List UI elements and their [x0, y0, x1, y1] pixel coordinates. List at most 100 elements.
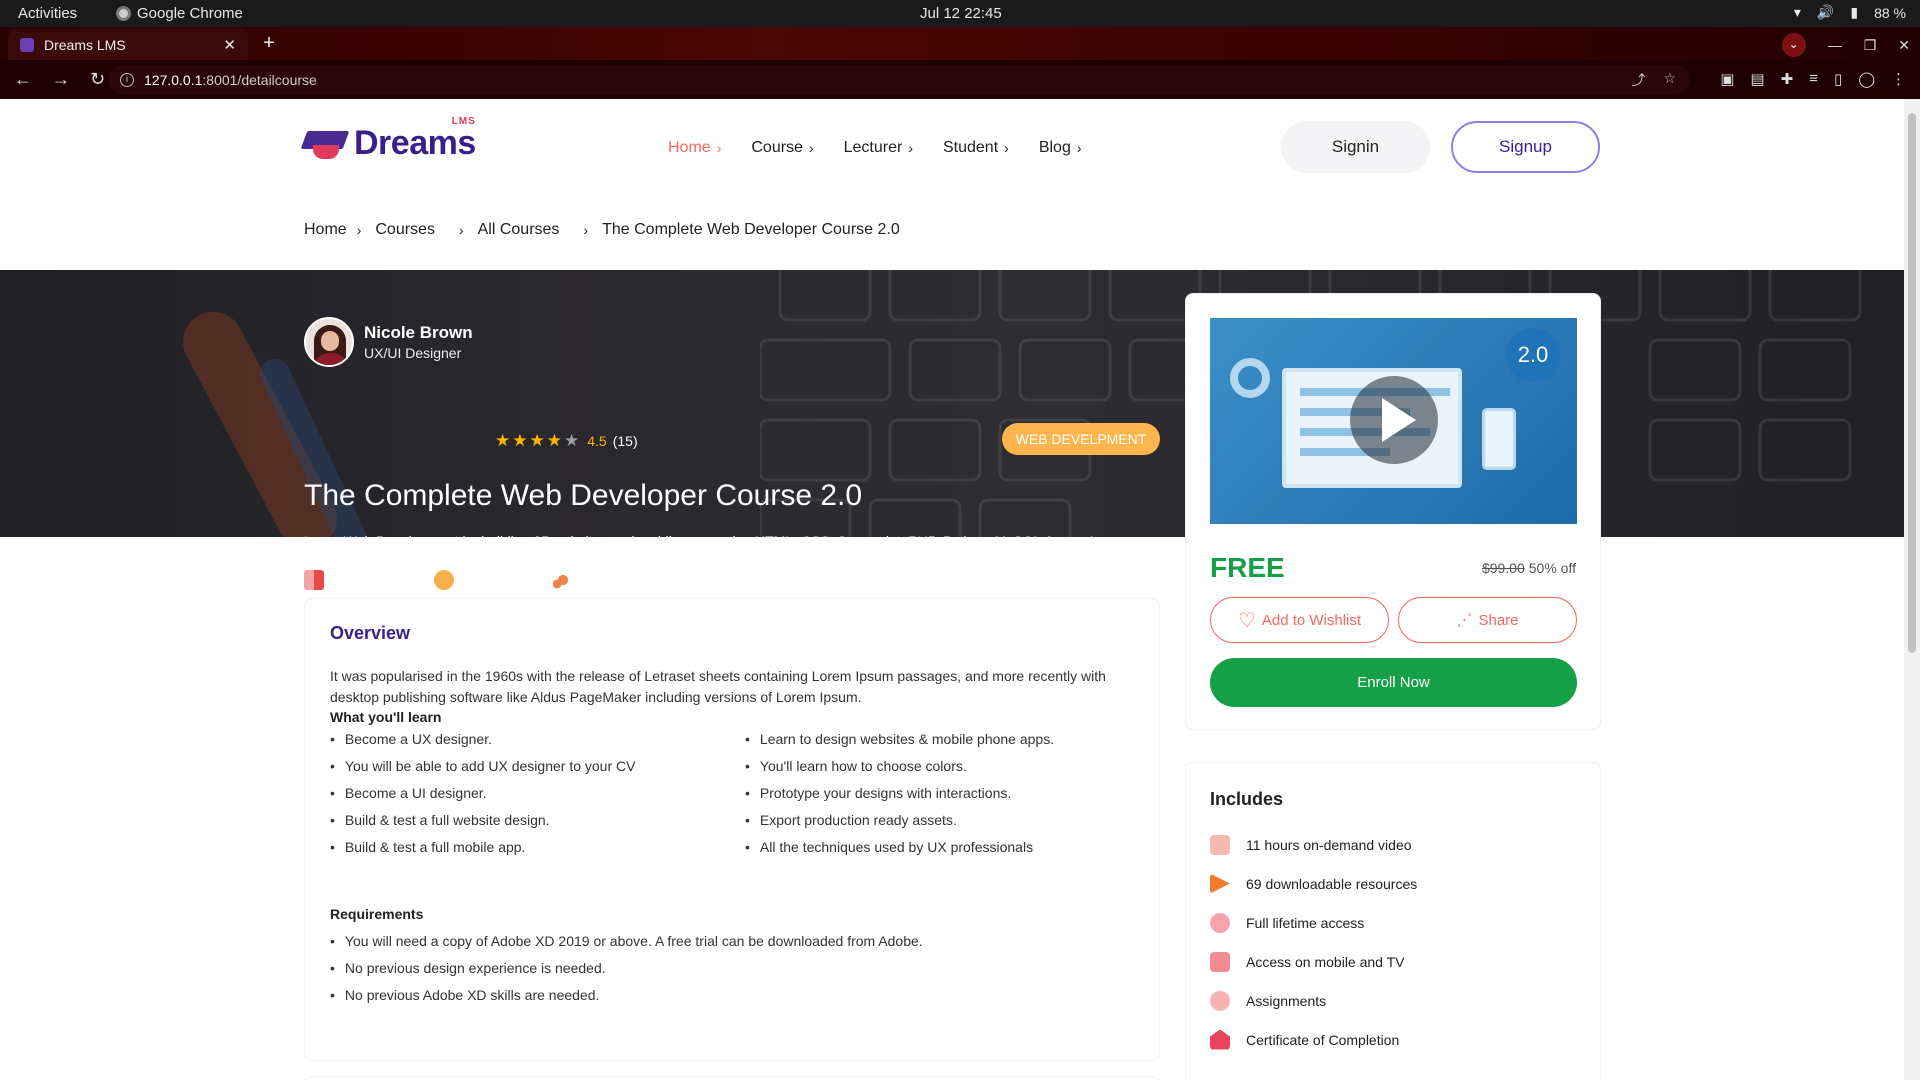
- graduation-cap-icon: [300, 125, 350, 163]
- list-item: Become a UI designer.: [330, 779, 635, 806]
- forward-icon[interactable]: →: [52, 69, 70, 90]
- puzzle-icon[interactable]: ✚: [1781, 70, 1794, 88]
- list-item: Prototype your designs with interactions…: [745, 779, 1054, 806]
- category-tag[interactable]: WEB DEVELPMENT: [1002, 423, 1160, 455]
- list-item: Learn to design websites & mobile phone …: [745, 725, 1054, 752]
- list-item: Build & test a full mobile app.: [330, 833, 635, 860]
- tab-favicon-icon: [20, 37, 34, 52]
- scrollbar-thumb[interactable]: [1908, 113, 1916, 653]
- tab-title: Dreams LMS: [44, 36, 126, 53]
- play-icon: [1382, 398, 1416, 442]
- include-label: Certificate of Completion: [1246, 1031, 1400, 1048]
- chevron-right-icon: ›: [458, 222, 464, 238]
- list-item: No previous design experience is needed.: [330, 954, 923, 981]
- translate-icon[interactable]: ▤: [1750, 70, 1764, 88]
- phone-illustration: [1482, 408, 1516, 470]
- signin-button[interactable]: Signin: [1281, 121, 1430, 173]
- list-item: You will be able to add UX designer to y…: [330, 752, 636, 779]
- battery-icon: ▮: [1850, 4, 1859, 20]
- list-item: Certificate of Completion: [1210, 1020, 1417, 1059]
- author-avatar[interactable]: [304, 317, 354, 367]
- bookmark-star-icon[interactable]: ☆: [1663, 70, 1676, 90]
- logo-badge: LMS: [451, 116, 476, 127]
- list-item: 69 downloadable resources: [1210, 864, 1417, 903]
- include-label: 11 hours on-demand video: [1246, 836, 1412, 853]
- video-download-icon: [1210, 834, 1230, 855]
- nav-item-course[interactable]: Course ›: [751, 139, 813, 157]
- includes-card: Includes 11 hours on-demand video 69 dow…: [1185, 762, 1601, 1080]
- app-menu[interactable]: Google Chrome: [116, 5, 243, 22]
- certificate-icon: [1210, 1029, 1230, 1050]
- original-price: $99.00 50% off: [1482, 560, 1576, 576]
- nav-item-lecturer[interactable]: Lecturer ›: [844, 139, 913, 157]
- chevron-right-icon: ›: [1076, 140, 1082, 156]
- extensions-area: ▣ ▤ ✚ ≡ ▯ ◯ ⋮: [1720, 70, 1906, 88]
- browser-toolbar: ← → ↻ i 127.0.0.1 :8001/detailcourse ⤴ ☆…: [0, 60, 1920, 99]
- chevron-right-icon: ›: [716, 140, 722, 156]
- page-scrollbar[interactable]: [1904, 99, 1920, 1080]
- nav-item-student[interactable]: Student ›: [943, 139, 1009, 157]
- include-label: 69 downloadable resources: [1246, 875, 1418, 892]
- overview-card: Overview It was popularised in the 1960s…: [304, 598, 1160, 1061]
- tab-search-icon[interactable]: ⌄: [1781, 33, 1806, 57]
- share-label: Share: [1478, 611, 1519, 629]
- requirements-list: You will need a copy of Adobe XD 2019 or…: [330, 927, 923, 1008]
- reload-icon[interactable]: ↻: [90, 69, 105, 90]
- menu-icon[interactable]: ⋮: [1891, 70, 1906, 88]
- browser-tab-strip: Dreams LMS ✕ + ⌄ — ❐ ✕: [0, 27, 1920, 60]
- nav-item-home[interactable]: Home ›: [668, 139, 721, 157]
- list-item: No previous Adobe XD skills are needed.: [330, 981, 923, 1008]
- course-duration: 9hr 30min: [465, 571, 533, 589]
- activities-button[interactable]: Activities: [18, 5, 77, 22]
- breadcrumb-home[interactable]: Home: [304, 221, 347, 239]
- site-logo[interactable]: Dreams LMS: [300, 116, 476, 163]
- share-button[interactable]: ⋰ Share: [1398, 597, 1577, 643]
- close-tab-icon[interactable]: ✕: [223, 36, 236, 54]
- list-item: Assignments: [1210, 981, 1417, 1020]
- extension-icon[interactable]: ▣: [1720, 70, 1734, 88]
- course-description: Learn Web Development by building 25 web…: [304, 533, 1094, 549]
- close-window-icon[interactable]: ✕: [1898, 37, 1910, 54]
- maximize-icon[interactable]: ❐: [1864, 37, 1877, 54]
- system-tray[interactable]: ▾ 🔊 ▮ 88 %: [1794, 4, 1906, 21]
- media-icon[interactable]: ≡: [1809, 70, 1818, 88]
- add-to-wishlist-button[interactable]: ♡ Add to Wishlist: [1210, 597, 1389, 643]
- address-bar-input[interactable]: i 127.0.0.1 :8001/detailcourse ⤴ ☆: [108, 65, 1690, 94]
- enroll-now-button[interactable]: Enroll Now: [1210, 658, 1577, 707]
- nav-item-blog[interactable]: Blog ›: [1039, 139, 1082, 157]
- list-item: You'll learn how to choose colors.: [745, 752, 1054, 779]
- web-page: Dreams LMS Home › Course › Lecturer › Stude…: [0, 99, 1904, 1080]
- browser-tab[interactable]: Dreams LMS ✕: [8, 29, 248, 60]
- author-name[interactable]: Nicole Brown: [364, 323, 473, 343]
- learn-list-left: Become a UX designer. You will be able t…: [330, 725, 636, 860]
- next-section-card: [304, 1076, 1160, 1080]
- minimize-icon[interactable]: —: [1828, 37, 1842, 53]
- list-item: Access on mobile and TV: [1210, 942, 1417, 981]
- new-tab-button[interactable]: +: [256, 32, 282, 56]
- course-purchase-card: 2.0 FREE $99.00 50% off ♡ Add to Wishlist…: [1185, 293, 1601, 730]
- breadcrumb-all-courses[interactable]: All Courses: [478, 221, 560, 239]
- course-author: Nicole Brown UX/UI Designer: [304, 317, 473, 367]
- wifi-icon: ▾: [1793, 4, 1801, 20]
- clock[interactable]: Jul 12 22:45: [920, 5, 1002, 22]
- site-info-icon[interactable]: i: [120, 72, 134, 87]
- share-page-icon[interactable]: ⤴: [1631, 70, 1645, 90]
- course-video-thumbnail[interactable]: 2.0: [1210, 318, 1577, 524]
- profile-icon[interactable]: ◯: [1858, 70, 1875, 88]
- signup-button[interactable]: Signup: [1451, 121, 1600, 173]
- url-path: :8001/detailcourse: [202, 71, 317, 88]
- play-video-button[interactable]: [1350, 376, 1438, 464]
- list-item: Build & test a full website design.: [330, 806, 635, 833]
- includes-title: Includes: [1210, 789, 1284, 809]
- breadcrumb: Home › Courses › All Courses › The Compl…: [304, 221, 900, 239]
- mobile-tv-icon: [1210, 951, 1230, 972]
- list-item: All the techniques used by UX profession…: [745, 833, 1054, 860]
- site-header: Dreams LMS Home › Course › Lecturer › Stude…: [0, 99, 1904, 269]
- list-item: You will need a copy of Adobe XD 2019 or…: [330, 927, 923, 954]
- back-icon[interactable]: ←: [14, 69, 32, 90]
- breadcrumb-courses[interactable]: Courses: [375, 221, 435, 239]
- include-label: Access on mobile and TV: [1246, 953, 1405, 970]
- include-label: Full lifetime access: [1246, 914, 1365, 931]
- course-hero-banner: [0, 270, 1904, 537]
- sidepanel-icon[interactable]: ▯: [1834, 70, 1842, 88]
